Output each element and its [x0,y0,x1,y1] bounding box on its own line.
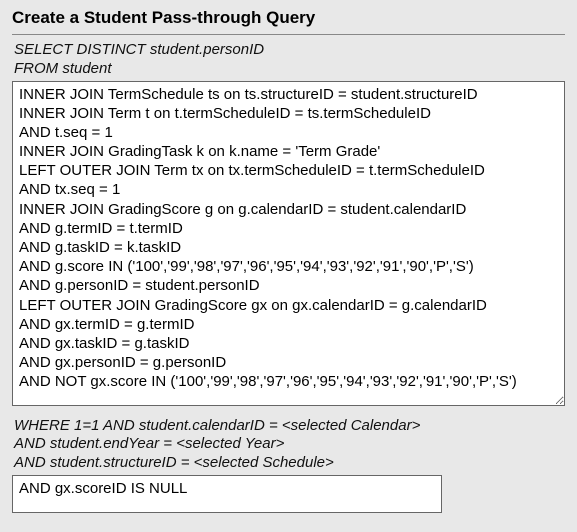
query-select-clause: SELECT DISTINCT student.personID FROM st… [12,41,565,79]
query-additional-where-textarea[interactable] [12,475,442,513]
query-join-clause-textarea[interactable] [12,81,565,406]
query-where-clause: WHERE 1=1 AND student.calendarID = <sele… [12,417,565,473]
section-title: Create a Student Pass-through Query [12,8,565,35]
